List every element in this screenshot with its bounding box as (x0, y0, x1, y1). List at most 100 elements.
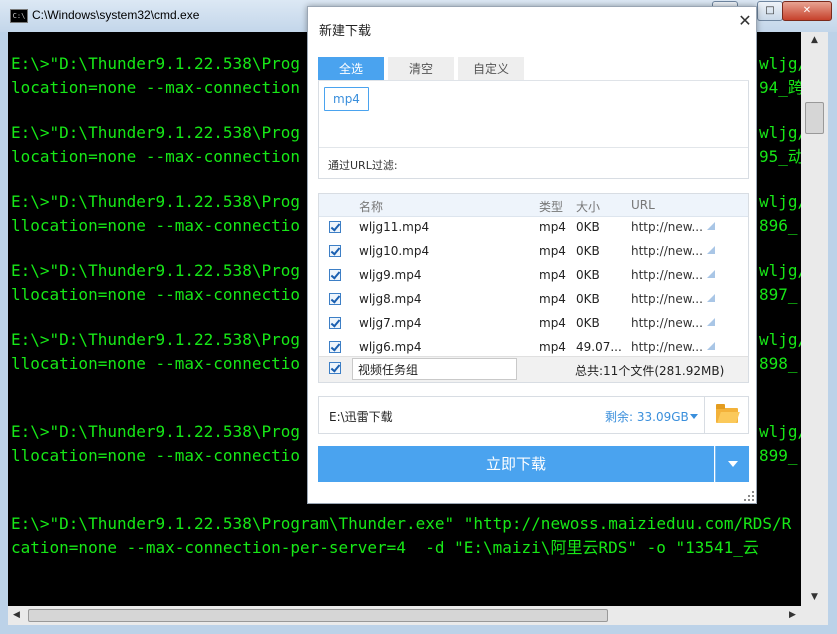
table-row[interactable]: wljg8.mp4 mp4 0KB http://new... (319, 288, 748, 312)
file-url: http://new... (631, 220, 703, 234)
scroll-down-icon[interactable]: ▼ (801, 589, 828, 606)
file-type: mp4 (539, 220, 566, 234)
resize-grip-icon[interactable] (744, 491, 754, 501)
save-path: E:\迅雷下载 (329, 410, 393, 424)
row-checkbox[interactable] (329, 269, 341, 281)
console-line: llocation=none --max-connectio (11, 446, 300, 465)
download-now-button[interactable]: 立即下载 (318, 446, 714, 482)
tab-select-all[interactable]: 全选 (318, 57, 384, 81)
console-line: cation=none --max-connection-per-server=… (11, 538, 759, 557)
file-table: 名称 类型 大小 URL wljg11.mp4 mp4 0KB http://n… (318, 193, 749, 383)
download-options-button[interactable] (715, 446, 749, 482)
window-title: C:\Windows\system32\cmd.exe (32, 8, 200, 22)
close-window-button[interactable]: ✕ (782, 1, 832, 21)
console-line: E:\>"D:\Thunder9.1.22.538\Prog (11, 123, 300, 142)
file-type: mp4 (539, 244, 566, 258)
file-type: mp4 (539, 316, 566, 330)
scroll-right-icon[interactable]: ▶ (784, 606, 801, 625)
table-row[interactable]: wljg7.mp4 mp4 0KB http://new... (319, 312, 748, 336)
table-row[interactable]: wljg10.mp4 mp4 0KB http://new... (319, 240, 748, 264)
extension-filter-box: mp4 通过URL过滤: (318, 81, 749, 179)
task-group-name-input[interactable]: 视频任务组_20161230_1856 (352, 358, 517, 380)
row-checkbox[interactable] (329, 293, 341, 305)
column-resize-icon (707, 222, 715, 230)
file-name: wljg6.mp4 (359, 340, 422, 354)
total-summary: 总共:11个文件(281.92MB) (575, 364, 725, 378)
console-line: llocation=none --max-connectio (11, 216, 300, 235)
save-path-field[interactable]: E:\迅雷下载 剩余: 33.09GB (318, 396, 705, 434)
file-url: http://new... (631, 268, 703, 282)
column-header-size[interactable]: 大小 (576, 198, 600, 215)
console-fragment: 95_动 (759, 147, 801, 166)
console-fragment: wljg/ (759, 123, 801, 142)
console-fragment: wljg/ (759, 261, 801, 280)
console-fragment: wljg/ (759, 422, 801, 441)
console-line: location=none --max-connection (11, 147, 300, 166)
tab-custom[interactable]: 自定义 (458, 57, 524, 81)
free-space: 剩余: 33.09GB (605, 410, 689, 424)
console-line: E:\>"D:\Thunder9.1.22.538\Prog (11, 330, 300, 349)
file-name: wljg7.mp4 (359, 316, 422, 330)
console-line: E:\>"D:\Thunder9.1.22.538\Prog (11, 54, 300, 73)
url-filter-label: 通过URL过滤: (328, 159, 398, 172)
console-fragment: 896_ (759, 216, 798, 235)
folder-icon (716, 404, 738, 423)
horizontal-scroll-thumb[interactable] (28, 609, 608, 622)
file-url: http://new... (631, 340, 703, 354)
file-name: wljg10.mp4 (359, 244, 430, 258)
console-fragment: 897_ (759, 285, 798, 304)
console-fragment: 94_跨 (759, 78, 801, 97)
row-checkbox[interactable] (329, 341, 341, 353)
row-checkbox[interactable] (329, 245, 341, 257)
vertical-scrollbar[interactable]: ▲ ▼ (801, 32, 828, 606)
column-resize-icon (707, 294, 715, 302)
console-fragment: wljg/ (759, 330, 801, 349)
column-resize-icon (707, 342, 715, 350)
console-fragment: wljg/ (759, 54, 801, 73)
new-download-dialog: 新建下载 ✕ 全选 清空 自定义 mp4 通过URL过滤: 名称 类型 大小 U… (307, 6, 757, 504)
close-icon[interactable]: ✕ (736, 12, 754, 30)
file-size: 0KB (576, 316, 600, 330)
horizontal-scrollbar[interactable]: ◀ ▶ (8, 606, 801, 625)
console-line: location=none --max-connection (11, 78, 300, 97)
table-row[interactable]: wljg11.mp4 mp4 0KB http://new... (319, 216, 748, 240)
file-type: mp4 (539, 292, 566, 306)
table-row[interactable]: wljg9.mp4 mp4 0KB http://new... (319, 264, 748, 288)
file-name: wljg11.mp4 (359, 220, 430, 234)
file-size: 49.07... (576, 340, 622, 354)
chevron-down-icon[interactable] (690, 414, 698, 419)
scrollbar-corner (801, 606, 828, 625)
tab-clear[interactable]: 清空 (388, 57, 454, 81)
console-line: E:\>"D:\Thunder9.1.22.538\Prog (11, 422, 300, 441)
cmd-app-icon: C:\ (10, 9, 28, 23)
scroll-up-icon[interactable]: ▲ (801, 32, 828, 49)
row-checkbox[interactable] (329, 221, 341, 233)
file-url: http://new... (631, 244, 703, 258)
file-size: 0KB (576, 268, 600, 282)
column-header-name[interactable]: 名称 (359, 198, 383, 215)
column-resize-icon (707, 246, 715, 254)
url-filter-row[interactable]: 通过URL过滤: (319, 147, 748, 178)
console-line: llocation=none --max-connectio (11, 285, 300, 304)
maximize-button[interactable]: □ (757, 1, 783, 21)
file-url: http://new... (631, 316, 703, 330)
scroll-left-icon[interactable]: ◀ (8, 606, 25, 625)
table-footer: 视频任务组_20161230_1856 总共:11个文件(281.92MB) (319, 356, 748, 382)
console-fragment: 898_ (759, 354, 798, 373)
dialog-title: 新建下载 (319, 24, 372, 39)
column-header-url[interactable]: URL (631, 198, 655, 212)
browse-folder-button[interactable] (705, 396, 749, 434)
console-line: E:\>"D:\Thunder9.1.22.538\Prog (11, 192, 300, 211)
console-line: E:\>"D:\Thunder9.1.22.538\Prog (11, 261, 300, 280)
row-checkbox[interactable] (329, 317, 341, 329)
select-all-checkbox[interactable] (329, 362, 341, 374)
file-type: mp4 (539, 340, 566, 354)
chevron-down-icon (728, 461, 738, 467)
console-fragment: 899_ (759, 446, 798, 465)
console-fragment: wljg/ (759, 192, 801, 211)
column-header-type[interactable]: 类型 (539, 198, 563, 215)
ext-tag-mp4[interactable]: mp4 (324, 87, 369, 111)
file-size: 0KB (576, 220, 600, 234)
vertical-scroll-thumb[interactable] (805, 102, 824, 134)
file-size: 0KB (576, 292, 600, 306)
